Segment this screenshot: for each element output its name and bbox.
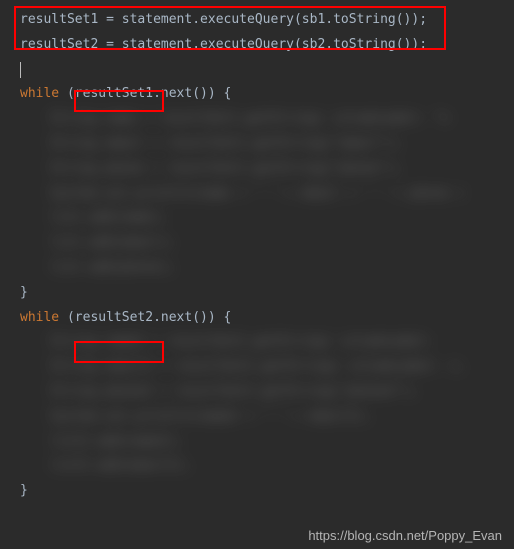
brace-close: }: [20, 483, 28, 498]
watermark-text: https://blog.csdn.net/Poppy_Evan: [308, 528, 502, 543]
brace-open: ) {: [208, 310, 231, 325]
brace-close: }: [20, 285, 28, 300]
method-call: executeQuery: [200, 37, 294, 52]
paren-open: (: [59, 86, 75, 101]
method-call: next: [161, 86, 192, 101]
dot: .: [325, 12, 333, 27]
arg-object: sb1: [302, 12, 325, 27]
arg-method: toString: [333, 12, 396, 27]
variable: resultSet2: [75, 310, 153, 325]
paren-open: (: [294, 37, 302, 52]
arg-object: sb2: [302, 37, 325, 52]
operator: =: [98, 37, 121, 52]
text-cursor: [20, 62, 21, 78]
arg-method: toString: [333, 37, 396, 52]
keyword-while: while: [20, 310, 59, 325]
while-loop-2: while (resultSet2.next()) {: [0, 306, 514, 331]
close-brace-2: }: [0, 479, 514, 504]
dot: .: [153, 86, 161, 101]
blurred-code-block-1: String name = resultSet1.getString( colu…: [0, 107, 514, 281]
semicolon: ;: [419, 12, 427, 27]
code-line-1: resultSet1 = statement.executeQuery(sb1.…: [0, 8, 514, 33]
while-loop-1: while (resultSet1.next()) {: [0, 82, 514, 107]
dot: .: [192, 37, 200, 52]
code-line-2: resultSet2 = statement.executeQuery(sb2.…: [0, 33, 514, 58]
variable: resultSet1: [75, 86, 153, 101]
keyword-while: while: [20, 86, 59, 101]
blurred-code-block-2: String name2 = resultSet2.getString( col…: [0, 330, 514, 479]
parens: (): [396, 37, 412, 52]
brace-open: ) {: [208, 86, 231, 101]
empty-line: [0, 58, 514, 83]
parens: (): [396, 12, 412, 27]
parens: (): [192, 86, 208, 101]
semicolon: ;: [419, 37, 427, 52]
parens: (): [192, 310, 208, 325]
operator: =: [98, 12, 121, 27]
method-call: executeQuery: [200, 12, 294, 27]
close-brace-1: }: [0, 281, 514, 306]
variable: resultSet1: [20, 12, 98, 27]
paren-open: (: [59, 310, 75, 325]
paren-open: (: [294, 12, 302, 27]
dot: .: [192, 12, 200, 27]
object: statement: [122, 12, 192, 27]
object: statement: [122, 37, 192, 52]
dot: .: [153, 310, 161, 325]
dot: .: [325, 37, 333, 52]
method-call: next: [161, 310, 192, 325]
variable: resultSet2: [20, 37, 98, 52]
